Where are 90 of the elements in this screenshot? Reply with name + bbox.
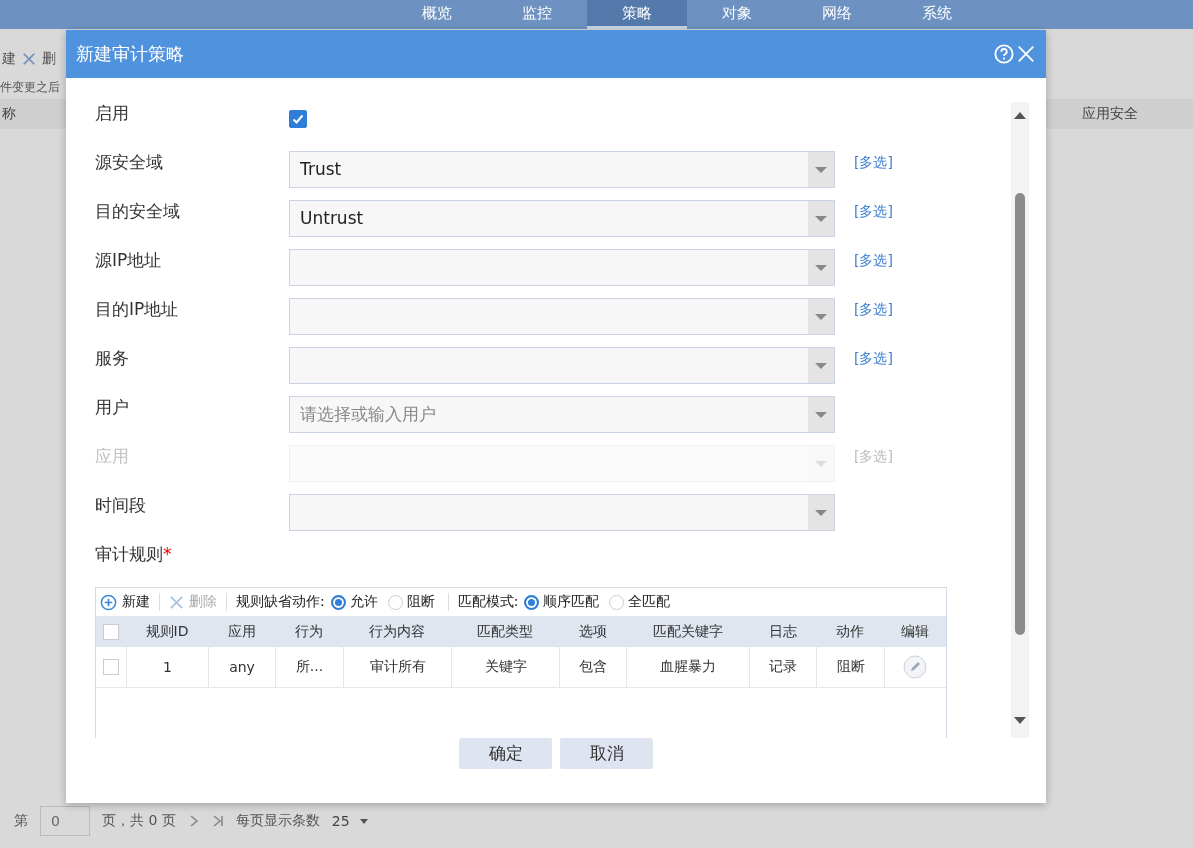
page-count-text: 页，共 0 页 (102, 812, 176, 830)
dialog-button[interactable]: 确定 (459, 738, 552, 769)
option-label: 匹配模式: (457, 593, 519, 611)
per-page-dropdown[interactable]: 25 (331, 813, 368, 829)
column-header: 应用 (226, 621, 257, 641)
field-label: 应用 (95, 445, 130, 468)
dropdown-arrow-icon[interactable] (359, 818, 368, 824)
table-cell: 所... (275, 647, 343, 687)
page-field[interactable]: 0 (40, 806, 90, 836)
delete-icon (169, 594, 184, 610)
column-header: 动作 (835, 621, 865, 641)
field-label: 目的安全域 (95, 200, 181, 223)
multi-select-link[interactable]: [多选] (854, 350, 893, 368)
column-header: 匹配关键字 (651, 621, 724, 641)
table-cell: 审计所有 (343, 647, 451, 687)
select-field[interactable] (289, 249, 835, 286)
field-label: 源安全域 (95, 151, 164, 174)
edit-icon[interactable] (903, 655, 927, 679)
add-icon (100, 593, 117, 611)
table-cell: 关键字 (451, 647, 559, 687)
close-icon[interactable] (1016, 44, 1036, 64)
option-label: 规则缺省动作: (236, 593, 325, 611)
nav-tab[interactable]: 概览 (386, 0, 487, 29)
multi-select-link[interactable]: [多选] (854, 252, 893, 270)
select-value: Untrust (300, 208, 364, 228)
table-cell: 包含 (559, 647, 626, 687)
section-label: 审计规则 (95, 544, 163, 564)
dialog-title: 新建审计策略 (76, 42, 185, 66)
last-page-icon[interactable] (211, 815, 224, 827)
multi-select-link[interactable]: [多选] (854, 154, 893, 172)
field-label: 源IP地址 (95, 249, 163, 272)
field-label: 启用 (95, 102, 130, 125)
column-header: 选项 (577, 621, 608, 641)
radio-option[interactable]: 顺序匹配 (524, 593, 600, 611)
column-header: 行为 (294, 621, 324, 641)
select-value: Trust (300, 159, 342, 179)
select-field[interactable] (289, 298, 835, 335)
dropdown-arrow-icon[interactable] (815, 215, 827, 222)
nav-tab[interactable]: 系统 (886, 0, 987, 29)
nav-tab[interactable]: 对象 (686, 0, 787, 29)
row-checkbox[interactable] (103, 659, 119, 675)
table-cell: 阻断 (816, 647, 884, 687)
column-header: 规则ID (144, 621, 190, 641)
column-header: 匹配类型 (476, 621, 534, 641)
multi-select-link[interactable]: [多选] (854, 301, 893, 319)
nav-tab[interactable]: 策略 (586, 0, 687, 29)
dropdown-arrow-icon[interactable] (815, 411, 827, 418)
column-header: 称 (2, 105, 16, 123)
enable-checkbox[interactable] (289, 110, 307, 128)
per-page-label: 每页显示条数 (235, 812, 320, 830)
toolbar-button[interactable]: 新建 (100, 593, 150, 611)
dropdown-arrow-icon[interactable] (815, 313, 827, 320)
toolbar-text[interactable]: 建 (2, 50, 16, 68)
table-cell: any (208, 647, 275, 687)
column-header: 应用安全 (1082, 105, 1138, 123)
field-label: 用户 (95, 396, 130, 419)
select-field[interactable] (289, 494, 835, 531)
scrollbar[interactable] (1011, 102, 1029, 738)
dropdown-arrow-icon[interactable] (815, 166, 827, 173)
select-field[interactable]: Untrust (289, 200, 835, 237)
notice-text: 件变更之后 (0, 80, 60, 94)
field-label: 服务 (95, 347, 130, 370)
required-mark: * (163, 544, 172, 564)
nav-tab[interactable]: 监控 (486, 0, 587, 29)
field-label: 时间段 (95, 494, 147, 517)
select-field[interactable] (289, 347, 835, 384)
table-cell: 血腥暴力 (626, 647, 749, 687)
column-header: 编辑 (899, 621, 930, 641)
select-placeholder: 请选择或输入用户 (300, 404, 436, 424)
radio-option[interactable]: 全匹配 (609, 593, 671, 611)
dropdown-arrow-icon[interactable] (815, 362, 827, 369)
page-label: 第 (14, 812, 28, 830)
table-cell: 1 (126, 647, 208, 687)
column-header: 行为内容 (368, 621, 426, 641)
dropdown-arrow-icon[interactable] (815, 509, 827, 516)
select-all-checkbox[interactable] (103, 623, 119, 640)
table-cell: 记录 (749, 647, 816, 687)
select-field[interactable]: Trust (289, 151, 835, 188)
radio-option[interactable]: 阻断 (387, 593, 435, 611)
help-icon[interactable] (994, 44, 1014, 64)
select-field[interactable]: 请选择或输入用户 (289, 396, 835, 433)
field-label: 目的IP地址 (95, 298, 180, 321)
dropdown-arrow-icon[interactable] (815, 264, 827, 271)
delete-icon[interactable] (22, 52, 36, 66)
multi-select-link[interactable]: [多选] (854, 203, 893, 221)
nav-tab[interactable]: 网络 (786, 0, 887, 29)
dialog-button[interactable]: 取消 (560, 738, 653, 769)
radio-option[interactable]: 允许 (330, 593, 378, 611)
column-header: 日志 (767, 621, 798, 641)
toolbar-text[interactable]: 删 (42, 50, 56, 68)
